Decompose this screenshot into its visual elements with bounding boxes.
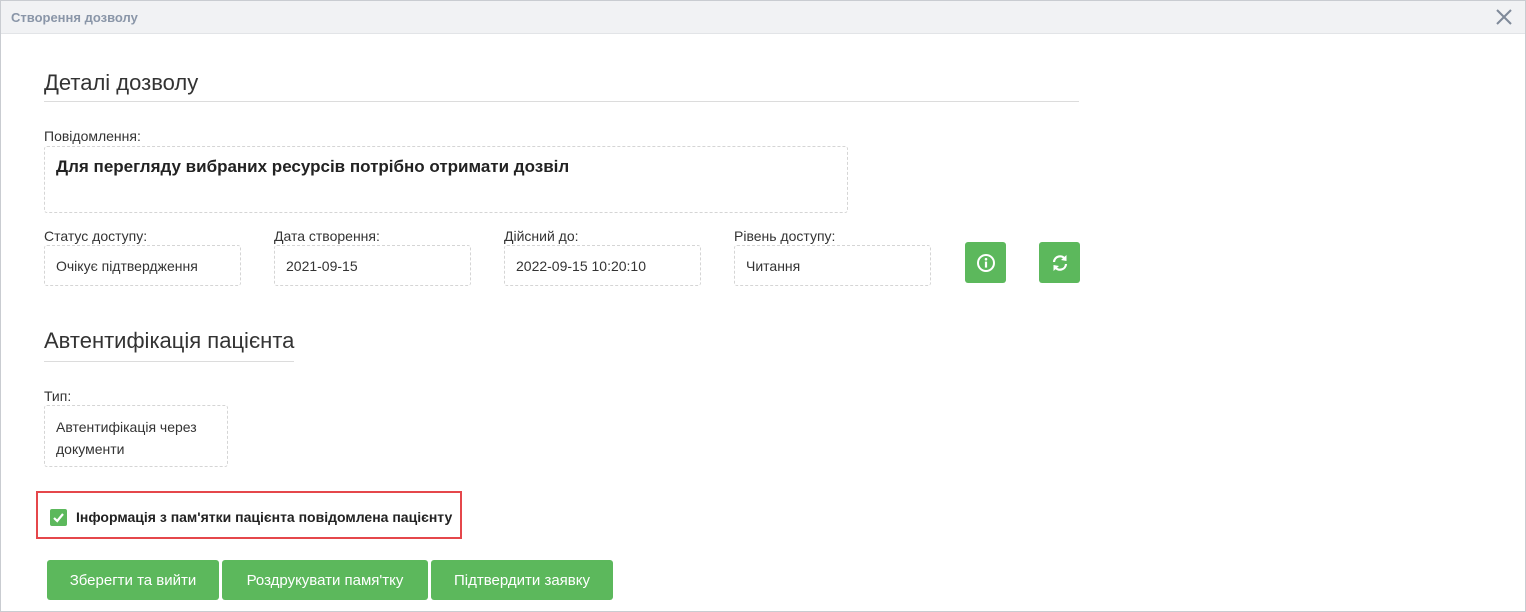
valid-until-label: Дійсний до:: [504, 228, 579, 244]
message-field: Для перегляду вибраних ресурсів потрібно…: [44, 146, 848, 213]
details-heading: Деталі дозволу: [44, 70, 199, 95]
auth-heading: Автентифікація пацієнта: [44, 328, 295, 353]
consent-label: Інформація з пам'ятки пацієнта повідомле…: [76, 509, 453, 525]
type-label: Тип:: [44, 388, 72, 404]
status-field: Очікує підтвердження: [44, 245, 241, 286]
confirm-request-button[interactable]: Підтвердити заявку: [431, 560, 613, 600]
message-label: Повідомлення:: [44, 128, 141, 144]
valid-until-field: 2022-09-15 10:20:10: [504, 245, 701, 286]
details-divider: [44, 101, 1079, 102]
auth-type-line2: документи: [56, 441, 125, 457]
print-memo-button[interactable]: Роздрукувати памя'тку: [222, 560, 428, 600]
close-icon[interactable]: [1493, 6, 1515, 28]
refresh-icon: [1052, 254, 1067, 271]
access-level-label: Рівень доступу:: [734, 228, 836, 244]
save-exit-button[interactable]: Зберегти та вийти: [47, 560, 219, 600]
access-level-field: Читання: [734, 245, 931, 286]
info-icon: [976, 253, 995, 272]
created-date-field: 2021-09-15: [274, 245, 471, 286]
permission-dialog: Створення дозволу Деталі дозволу Повідом…: [0, 0, 1526, 612]
dialog-titlebar: Створення дозволу: [1, 1, 1525, 34]
info-button[interactable]: [965, 242, 1006, 283]
check-icon: [53, 513, 64, 523]
auth-divider: [44, 361, 294, 362]
consent-checkbox[interactable]: [50, 509, 67, 526]
created-label: Дата створення:: [274, 228, 380, 244]
refresh-button[interactable]: [1039, 242, 1080, 283]
dialog-title: Створення дозволу: [11, 10, 138, 25]
auth-type-field: Автентифікація через документи: [44, 405, 228, 467]
auth-type-line1: Автентифікація через: [56, 419, 197, 435]
status-label: Статус доступу:: [44, 228, 148, 244]
